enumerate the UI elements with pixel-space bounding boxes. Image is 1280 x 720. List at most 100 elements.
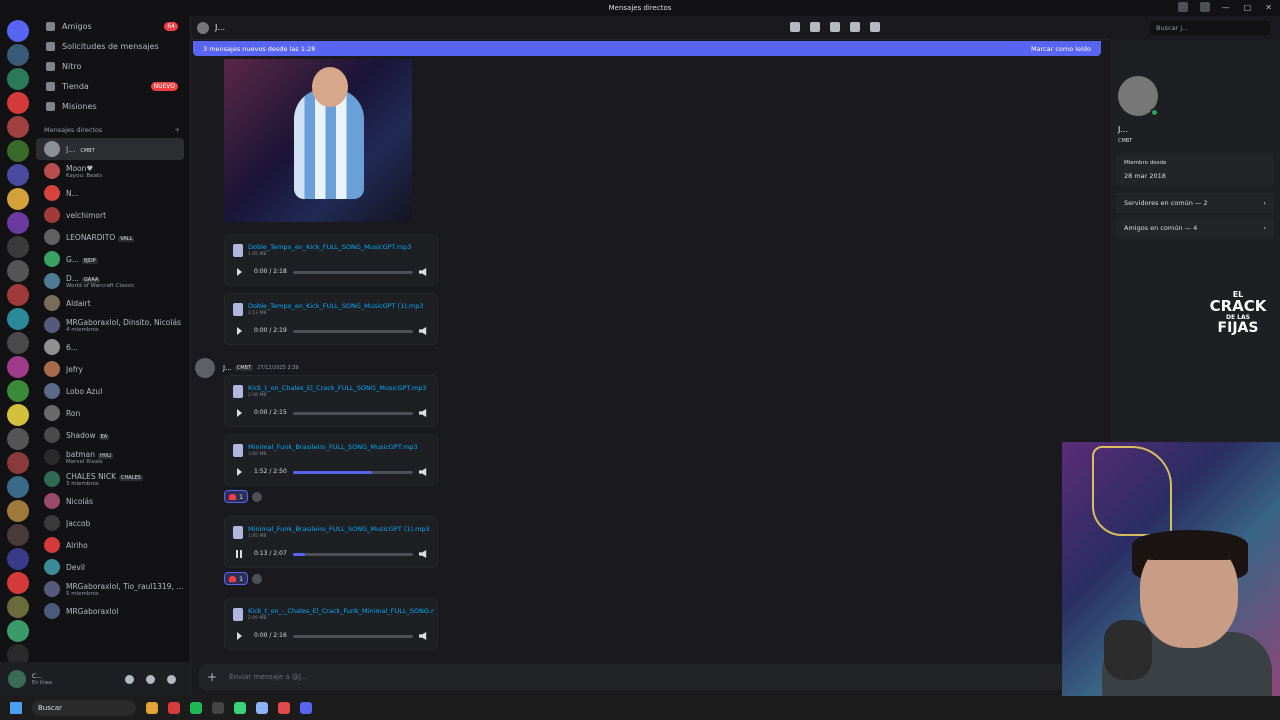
- maximize-icon[interactable]: □: [1244, 3, 1252, 12]
- server-icon[interactable]: [7, 404, 29, 426]
- nav-item[interactable]: Amigos 64: [36, 16, 190, 36]
- server-icon[interactable]: [7, 188, 29, 210]
- dm-item[interactable]: Devil: [36, 556, 190, 578]
- nav-item[interactable]: Nitro: [36, 56, 190, 76]
- user-avatar[interactable]: [8, 670, 26, 688]
- audio-progress-bar[interactable]: [293, 635, 413, 638]
- dm-item[interactable]: Jaccob: [36, 512, 190, 534]
- attach-plus-icon[interactable]: +: [207, 670, 217, 684]
- dm-item[interactable]: N...: [36, 182, 190, 204]
- audio-filename[interactable]: Doble_Tempo_en_Kick_FULL_SONG_MusicGPT (…: [248, 302, 434, 310]
- dm-item[interactable]: D... GAAA World of Warcraft Classic: [36, 270, 190, 292]
- volume-icon[interactable]: [419, 468, 427, 476]
- audio-progress-bar[interactable]: [293, 330, 413, 333]
- author-name[interactable]: J...: [223, 364, 232, 372]
- audio-filename[interactable]: Minimal_Funk_Brasileiro_FULL_SONG_MusicG…: [248, 525, 434, 533]
- server-icon[interactable]: [7, 20, 29, 42]
- add-friend-icon[interactable]: [850, 22, 860, 32]
- mutual-servers-row[interactable]: Servidores en común — 2 ›: [1116, 193, 1274, 213]
- audio-progress-bar[interactable]: [293, 471, 413, 474]
- server-icon[interactable]: [7, 308, 29, 330]
- new-messages-bar[interactable]: 3 mensajes nuevos desde las 1:28 Marcar …: [193, 41, 1101, 56]
- windows-start-icon[interactable]: [10, 702, 22, 714]
- dm-item[interactable]: Aldairt: [36, 292, 190, 314]
- settings-app-icon[interactable]: [256, 702, 268, 714]
- server-icon[interactable]: [7, 428, 29, 450]
- audio-progress-bar[interactable]: [293, 271, 413, 274]
- play-icon[interactable]: [237, 632, 242, 640]
- dm-item[interactable]: MRGaboraxlol: [36, 600, 190, 622]
- app-icon[interactable]: [212, 702, 224, 714]
- volume-icon[interactable]: [419, 409, 427, 417]
- server-icon[interactable]: [7, 284, 29, 306]
- dm-item[interactable]: MRGaboraxlol, Tio_raul1319, ... 5 miembro…: [36, 578, 190, 600]
- file-explorer-icon[interactable]: [146, 702, 158, 714]
- server-icon[interactable]: [7, 68, 29, 90]
- microphone-icon[interactable]: [125, 674, 134, 684]
- server-icon[interactable]: [7, 236, 29, 258]
- inbox-icon[interactable]: [1178, 2, 1188, 12]
- nav-item[interactable]: Misiones: [36, 96, 190, 116]
- server-icon[interactable]: [7, 332, 29, 354]
- server-icon[interactable]: [7, 620, 29, 642]
- server-icon[interactable]: [7, 92, 29, 114]
- server-icon[interactable]: [7, 116, 29, 138]
- obs-icon[interactable]: [278, 702, 290, 714]
- audio-filename[interactable]: Minimal_Funk_Brasileiro_FULL_SONG_MusicG…: [248, 443, 434, 451]
- spotify-icon[interactable]: [190, 702, 202, 714]
- dm-item[interactable]: 6...: [36, 336, 190, 358]
- discord-icon[interactable]: [300, 702, 312, 714]
- help-icon[interactable]: [1200, 2, 1210, 12]
- dm-item[interactable]: Ron: [36, 402, 190, 424]
- volume-icon[interactable]: [419, 327, 427, 335]
- pause-icon[interactable]: [236, 550, 242, 558]
- audio-filename[interactable]: Kick_t_on_Chales_El_Crack_FULL_SONG_Musi…: [248, 384, 434, 392]
- server-icon[interactable]: [7, 380, 29, 402]
- heart-reaction[interactable]: 1: [224, 572, 249, 585]
- add-reaction-icon[interactable]: [252, 574, 263, 584]
- dm-item[interactable]: Shadow EA: [36, 424, 190, 446]
- dm-item[interactable]: J... CMBT: [36, 138, 184, 160]
- audio-progress-bar[interactable]: [293, 553, 413, 556]
- dm-item[interactable]: Moon♥ Kayou. Beats: [36, 160, 190, 182]
- play-icon[interactable]: [237, 409, 242, 417]
- server-icon[interactable]: [7, 548, 29, 570]
- server-icon[interactable]: [7, 260, 29, 282]
- server-icon[interactable]: [7, 164, 29, 186]
- volume-icon[interactable]: [419, 632, 427, 640]
- message-composer[interactable]: + Enviar mensaje a @J...: [199, 664, 1067, 690]
- server-icon[interactable]: [7, 596, 29, 618]
- audio-filename[interactable]: Kick_t_on_-_Chales_El_Crack_Funk_Minimal…: [248, 607, 434, 615]
- dm-item[interactable]: Lobo Azul: [36, 380, 190, 402]
- dm-item[interactable]: G... BJDP: [36, 248, 190, 270]
- image-attachment[interactable]: [224, 59, 412, 222]
- volume-icon[interactable]: [419, 550, 427, 558]
- play-icon[interactable]: [237, 468, 242, 476]
- search-input[interactable]: Buscar j...: [1150, 21, 1270, 35]
- nav-item[interactable]: Solicitudes de mensajes: [36, 36, 190, 56]
- composer-input[interactable]: Enviar mensaje a @J...: [229, 673, 308, 681]
- dm-item[interactable]: velchimort: [36, 204, 190, 226]
- dm-item[interactable]: CHALES NICK CHALES 3 miembros: [36, 468, 190, 490]
- dm-item[interactable]: batman HVLI Marvel Rivals: [36, 446, 190, 468]
- server-icon[interactable]: [7, 212, 29, 234]
- dm-item[interactable]: MRGaboraxlol, Dinsito, Nicolás 4 miembros: [36, 314, 190, 336]
- mutual-friends-row[interactable]: Amigos en común — 4 ›: [1116, 218, 1274, 238]
- heart-reaction[interactable]: 1: [224, 490, 249, 503]
- author-avatar[interactable]: [195, 358, 215, 378]
- add-dm-button[interactable]: +: [175, 126, 180, 134]
- server-icon[interactable]: [7, 44, 29, 66]
- volume-icon[interactable]: [419, 268, 427, 276]
- dm-item[interactable]: Alriho: [36, 534, 190, 556]
- dm-item[interactable]: LEONARDITO VALL: [36, 226, 190, 248]
- play-icon[interactable]: [237, 268, 242, 276]
- server-icon[interactable]: [7, 140, 29, 162]
- server-icon[interactable]: [7, 500, 29, 522]
- app-icon[interactable]: [234, 702, 246, 714]
- server-icon[interactable]: [7, 572, 29, 594]
- audio-progress-bar[interactable]: [293, 412, 413, 415]
- taskbar-search[interactable]: Buscar: [32, 700, 136, 716]
- server-icon[interactable]: [7, 476, 29, 498]
- profile-icon[interactable]: [870, 22, 880, 32]
- dm-item[interactable]: Jefry: [36, 358, 190, 380]
